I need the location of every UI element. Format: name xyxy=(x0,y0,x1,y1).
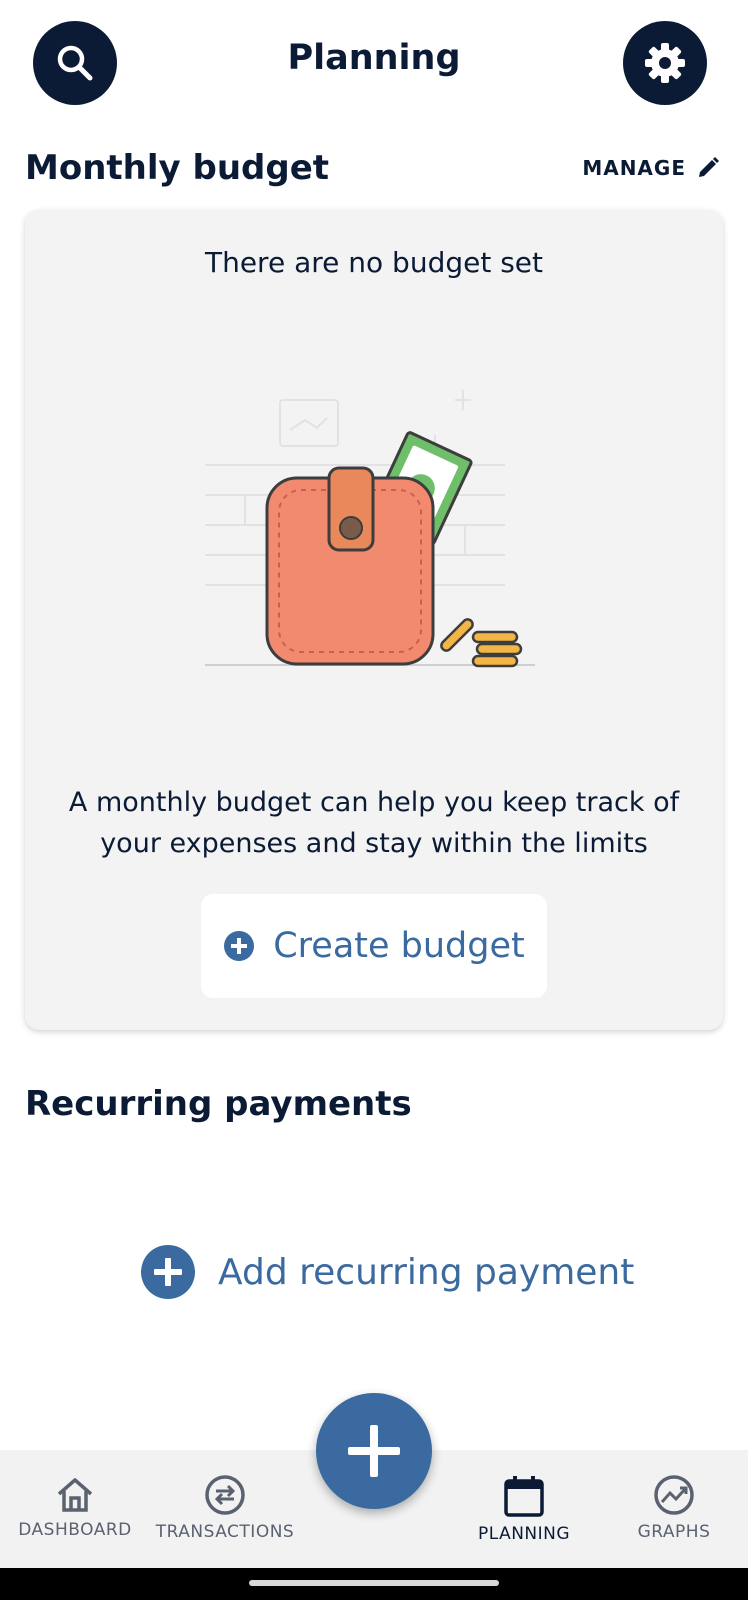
nav-label: GRAPHS xyxy=(637,1522,711,1542)
recurring-payments-title: Recurring payments xyxy=(25,1084,412,1124)
budget-description: A monthly budget can help you keep track… xyxy=(68,787,680,859)
nav-label: PLANNING xyxy=(477,1524,571,1544)
nav-item-planning[interactable]: PLANNING xyxy=(470,1450,578,1544)
monthly-budget-title: Monthly budget xyxy=(25,148,330,188)
budget-card: There are no budget set A monthly budget… xyxy=(25,210,723,1030)
nav-item-dashboard[interactable]: DASHBOARD xyxy=(18,1450,132,1540)
plus-icon xyxy=(348,1425,400,1477)
top-bar: Planning xyxy=(0,0,748,130)
create-budget-label: Create budget xyxy=(273,926,525,966)
create-budget-button[interactable]: Create budget xyxy=(201,894,547,998)
nav-label: TRANSACTIONS xyxy=(155,1522,295,1542)
empty-budget-text: There are no budget set xyxy=(204,246,544,279)
manage-label: MANAGE xyxy=(582,156,686,180)
add-transaction-fab[interactable] xyxy=(316,1393,432,1509)
add-recurring-payment-button[interactable]: Add recurring payment xyxy=(140,1244,634,1300)
nav-item-transactions[interactable]: TRANSACTIONS xyxy=(153,1450,297,1542)
nav-item-graphs[interactable]: GRAPHS xyxy=(622,1450,726,1542)
manage-button[interactable]: MANAGE xyxy=(582,156,720,180)
pencil-icon xyxy=(699,157,719,177)
nav-label: DASHBOARD xyxy=(18,1520,132,1540)
settings-button[interactable] xyxy=(623,21,707,105)
wallet-illustration xyxy=(205,390,535,668)
calendar-icon xyxy=(504,1476,544,1517)
add-recurring-label: Add recurring payment xyxy=(218,1251,635,1293)
system-nav-bar xyxy=(0,1568,748,1600)
gear-icon xyxy=(645,43,685,83)
home-indicator[interactable] xyxy=(249,1580,499,1586)
home-icon xyxy=(57,1478,93,1512)
plus-circle-icon xyxy=(141,1245,195,1299)
plus-circle-icon xyxy=(224,931,255,961)
graph-icon xyxy=(654,1475,694,1515)
transfer-icon xyxy=(205,1475,245,1515)
